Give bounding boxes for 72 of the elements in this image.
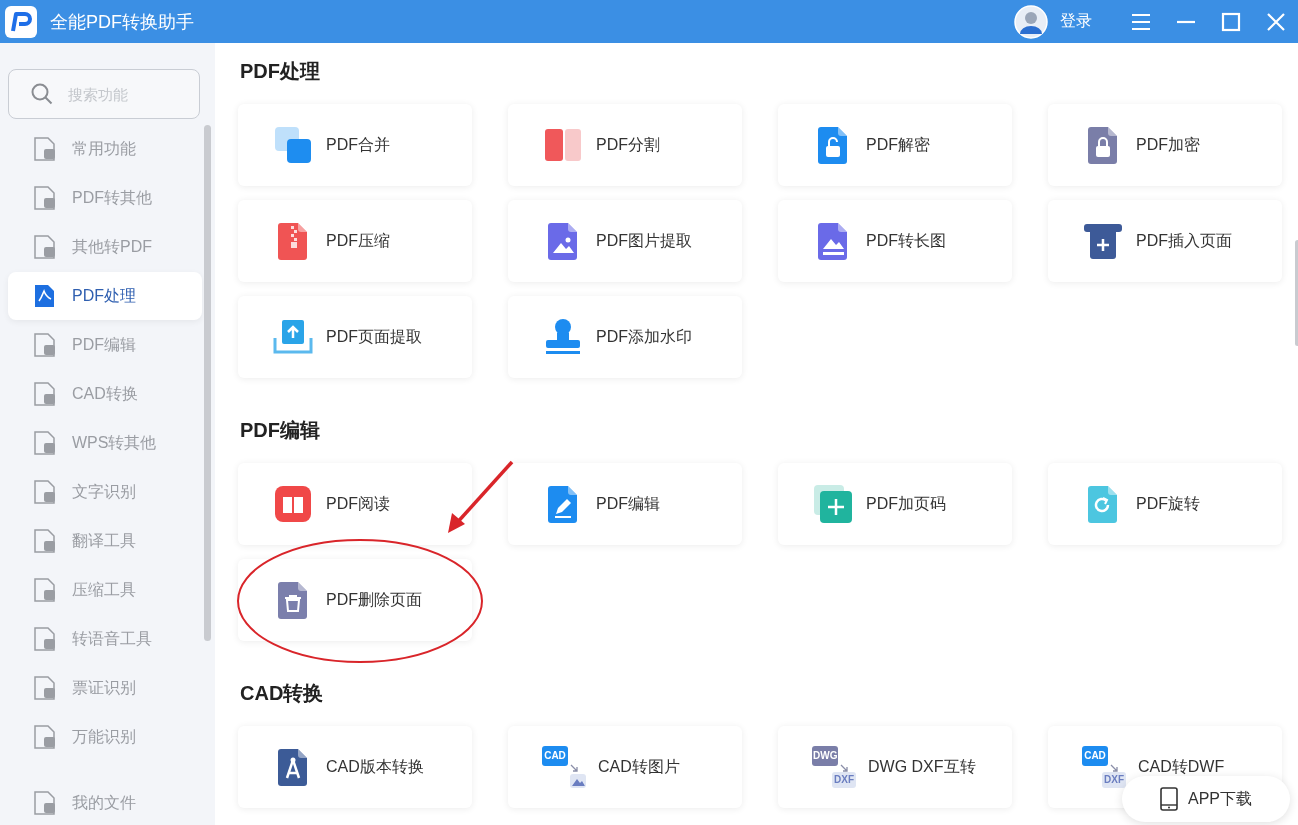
avatar-icon[interactable] (1014, 4, 1048, 39)
document-icon (32, 234, 58, 260)
tool-label: PDF页面提取 (326, 326, 422, 347)
tool-label: PDF图片提取 (596, 230, 692, 251)
file-type-label: CAD (542, 746, 568, 766)
tool-card[interactable]: PDF阅读 (238, 463, 472, 545)
tool-card[interactable]: PDF压缩 (238, 200, 472, 282)
document-icon (32, 479, 58, 505)
tool-label: PDF加密 (1136, 134, 1200, 155)
tool-card[interactable]: PDF旋转 (1048, 463, 1282, 545)
tool-card[interactable]: PDF加密 (1048, 104, 1282, 186)
tool-card[interactable]: PDF删除页面 (238, 559, 472, 641)
document-icon (32, 724, 58, 750)
tool-label: PDF编辑 (596, 493, 660, 514)
add-page-icon (812, 483, 854, 525)
tool-card[interactable]: DWG DXF DWG DXF互转 (778, 726, 1012, 808)
tool-label: PDF加页码 (866, 493, 946, 514)
tool-card[interactable]: PDF合并 (238, 104, 472, 186)
app-logo (5, 5, 37, 38)
document-icon (32, 381, 58, 407)
window-title: 全能PDF转换助手 (50, 10, 195, 34)
tool-label: PDF合并 (326, 134, 390, 155)
arrow-icon (1110, 764, 1118, 772)
document-icon (32, 528, 58, 554)
section-heading: PDF编辑 (240, 418, 321, 442)
arrow-icon (570, 764, 578, 772)
tool-card[interactable]: PDF分割 (508, 104, 742, 186)
tool-label: PDF删除页面 (326, 589, 422, 610)
arrow-icon (840, 764, 848, 772)
tool-card[interactable]: PDF解密 (778, 104, 1012, 186)
image-icon (570, 774, 586, 788)
tool-card[interactable]: PDF页面提取 (238, 296, 472, 378)
tool-card[interactable]: PDF转长图 (778, 200, 1012, 282)
document-icon (32, 185, 58, 211)
tool-label: PDF分割 (596, 134, 660, 155)
document-icon (32, 577, 58, 603)
document-icon (32, 332, 58, 358)
phone-icon (1160, 787, 1178, 811)
tool-label: PDF旋转 (1136, 493, 1200, 514)
tool-label: PDF插入页面 (1136, 230, 1232, 251)
tool-label: CAD转DWF (1138, 756, 1225, 777)
tool-card[interactable]: PDF编辑 (508, 463, 742, 545)
tool-label: PDF阅读 (326, 493, 390, 514)
tool-label: PDF压缩 (326, 230, 390, 251)
document-icon (32, 790, 58, 816)
overlapping-squares-icon (272, 124, 314, 166)
tool-label: DWG DXF互转 (868, 756, 976, 777)
tool-card[interactable]: PDF插入页面 (1048, 200, 1282, 282)
tool-card[interactable]: CAD版本转换 (238, 726, 472, 808)
tool-card[interactable]: PDF加页码 (778, 463, 1012, 545)
tool-card[interactable]: CAD CAD转图片 (508, 726, 742, 808)
document-icon (32, 675, 58, 701)
file-type-label: DXF (832, 772, 856, 788)
tool-label: PDF转长图 (866, 230, 946, 251)
app-download-toast[interactable]: APP下载 (1122, 776, 1290, 822)
section-heading: PDF处理 (240, 59, 321, 83)
tool-label: CAD版本转换 (326, 756, 424, 777)
tool-card[interactable]: PDF添加水印 (508, 296, 742, 378)
document-icon (32, 136, 58, 162)
section-heading: CAD转换 (240, 681, 325, 705)
tool-label: CAD转图片 (598, 756, 680, 777)
document-icon (32, 430, 58, 456)
tool-card[interactable]: PDF图片提取 (508, 200, 742, 282)
file-type-label: DWG (812, 746, 838, 766)
scrollbar[interactable] (204, 125, 211, 641)
book-icon (272, 483, 314, 525)
tool-label: PDF添加水印 (596, 326, 692, 347)
file-type-label: CAD (1082, 746, 1108, 766)
tool-label: PDF解密 (866, 134, 930, 155)
file-type-label: DXF (1102, 772, 1126, 788)
document-icon (32, 626, 58, 652)
sidebar-item[interactable]: PDF处理 (8, 272, 202, 320)
